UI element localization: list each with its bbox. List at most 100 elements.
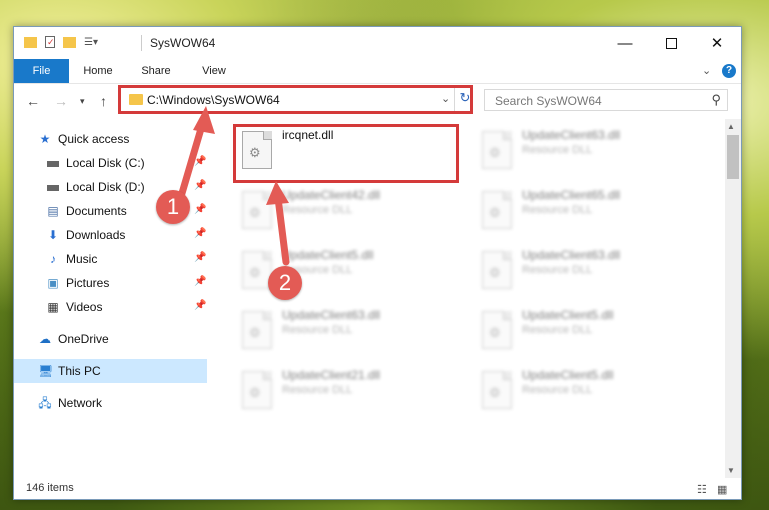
close-button[interactable]: ✕ xyxy=(694,27,740,59)
gear-icon: ⚙ xyxy=(489,205,501,220)
tab-share[interactable]: Share xyxy=(134,59,178,83)
sidebar-item-label: Pictures xyxy=(66,276,110,290)
file-type: Resource DLL xyxy=(522,324,593,336)
vertical-scrollbar[interactable]: ▲ ▼ xyxy=(725,119,741,478)
address-highlight-box xyxy=(118,85,473,114)
sidebar-item-label: Network xyxy=(58,396,103,410)
tab-file[interactable]: File xyxy=(14,59,69,83)
ribbon-tabs: File Home Share View ⌄ ? xyxy=(14,59,741,84)
gear-icon: ⚙ xyxy=(249,385,261,400)
file-type: Resource DLL xyxy=(282,324,353,336)
step-badge-2: 2 xyxy=(268,266,302,300)
gear-icon: ⚙ xyxy=(249,325,261,340)
pin-icon[interactable]: 📌 xyxy=(194,228,206,239)
file-item[interactable]: ⚙ UpdateClient5.dll Resource DLL xyxy=(476,305,702,359)
drive-icon xyxy=(46,180,60,194)
sidebar-item-videos[interactable]: ▦ Videos 📌 xyxy=(14,295,207,319)
tab-home[interactable]: Home xyxy=(76,59,120,83)
properties-icon[interactable]: ✓ xyxy=(45,36,55,48)
file-item[interactable]: ⚙ UpdateClient5.dll Resource DLL xyxy=(476,365,702,419)
gear-icon: ⚙ xyxy=(489,385,501,400)
file-item[interactable]: ⚙ UpdateClient42.dll Resource DLL xyxy=(236,185,462,239)
sidebar-item-label: Local Disk (C:) xyxy=(66,156,145,170)
scrollbar-thumb[interactable] xyxy=(727,135,739,179)
sidebar-item-music[interactable]: ♪ Music 📌 xyxy=(14,247,207,271)
file-name: UpdateClient63.dll xyxy=(522,248,621,262)
navigation-pane: ★ Quick access Local Disk (C:) 📌 Local D… xyxy=(14,119,207,478)
dll-file-icon: ⚙ xyxy=(482,131,512,169)
minimize-button[interactable]: — xyxy=(602,27,648,59)
pin-icon[interactable]: 📌 xyxy=(194,156,206,167)
maximize-button[interactable] xyxy=(648,27,694,59)
customize-toolbar-icon[interactable]: ☰▾ xyxy=(84,37,98,48)
drive-icon xyxy=(46,156,60,170)
downloads-icon: ⬇ xyxy=(47,228,59,242)
file-item[interactable]: ⚙ UpdateClient63.dll Resource DLL xyxy=(236,305,462,359)
pin-icon[interactable]: 📌 xyxy=(194,252,206,263)
file-type: Resource DLL xyxy=(522,264,593,276)
pin-icon[interactable]: 📌 xyxy=(194,204,206,215)
file-item[interactable]: ⚙ UpdateClient63.dll Resource DLL xyxy=(476,125,702,179)
network-icon: 🖧 xyxy=(38,396,52,410)
navigation-bar: ← → ▾ ↑ C:\Windows\SysWOW64 ⌄ ↻ Search S… xyxy=(14,84,741,118)
documents-icon: ▤ xyxy=(47,204,59,218)
help-icon[interactable]: ? xyxy=(722,64,736,78)
folder-icon[interactable] xyxy=(24,36,37,48)
star-icon: ★ xyxy=(39,132,51,146)
details-view-icon[interactable]: ☷ xyxy=(697,483,707,496)
file-item[interactable]: ⚙ UpdateClient65.dll Resource DLL xyxy=(476,185,702,239)
dll-file-icon: ⚙ xyxy=(242,191,272,229)
sidebar-item-quick-access[interactable]: ★ Quick access xyxy=(14,127,207,151)
dll-file-icon: ⚙ xyxy=(242,311,272,349)
sidebar-item-label: Downloads xyxy=(66,228,126,242)
dll-file-icon: ⚙ xyxy=(482,191,512,229)
sidebar-item-network[interactable]: 🖧 Network xyxy=(14,391,207,415)
dll-file-icon: ⚙ xyxy=(242,371,272,409)
file-type: Resource DLL xyxy=(282,384,353,396)
large-icons-view-icon[interactable]: ▦ xyxy=(717,483,727,496)
new-folder-icon[interactable] xyxy=(63,36,76,48)
pin-icon[interactable]: 📌 xyxy=(194,276,206,287)
pin-icon[interactable]: 📌 xyxy=(194,300,206,311)
dll-file-icon: ⚙ xyxy=(482,371,512,409)
sidebar-item-pictures[interactable]: ▣ Pictures 📌 xyxy=(14,271,207,295)
file-item[interactable]: ⚙ UpdateClient63.dll Resource DLL xyxy=(476,245,702,299)
forward-arrow-icon[interactable]: → xyxy=(54,93,68,109)
sidebar-item-this-pc[interactable]: 🖥 This PC xyxy=(14,359,207,383)
gear-icon: ⚙ xyxy=(489,145,501,160)
file-item[interactable]: ⚙ UpdateClient21.dll Resource DLL xyxy=(236,365,462,419)
scroll-down-icon[interactable]: ▼ xyxy=(727,466,735,475)
file-name: UpdateClient21.dll xyxy=(282,368,381,382)
recent-locations-icon[interactable]: ▾ xyxy=(80,96,85,107)
maximize-icon xyxy=(665,37,677,49)
pictures-icon: ▣ xyxy=(47,276,59,290)
gear-icon: ⚙ xyxy=(249,205,261,220)
status-bar: 146 items ☷ ▦ xyxy=(14,478,741,499)
file-highlight-box xyxy=(233,124,459,183)
sidebar-item-downloads[interactable]: ⬇ Downloads 📌 xyxy=(14,223,207,247)
gear-icon: ⚙ xyxy=(489,325,501,340)
file-name: UpdateClient63.dll xyxy=(282,308,381,322)
scroll-up-icon[interactable]: ▲ xyxy=(727,122,735,131)
dll-file-icon: ⚙ xyxy=(482,311,512,349)
file-type: Resource DLL xyxy=(282,204,353,216)
search-icon[interactable]: ⚲ xyxy=(711,92,721,108)
minimize-icon: — xyxy=(617,34,633,52)
back-arrow-icon[interactable]: ← xyxy=(26,93,40,109)
file-name: UpdateClient63.dll xyxy=(522,128,621,142)
pin-icon[interactable]: 📌 xyxy=(194,180,206,191)
tab-view[interactable]: View xyxy=(192,59,236,83)
file-name: UpdateClient5.dll xyxy=(522,368,614,382)
item-count: 146 items xyxy=(26,482,74,494)
search-box[interactable]: Search SysWOW64 ⚲ xyxy=(484,89,728,111)
sidebar-item-label: Quick access xyxy=(58,132,130,146)
file-type: Resource DLL xyxy=(522,384,593,396)
ribbon-expand-icon[interactable]: ⌄ xyxy=(702,64,711,77)
close-icon: ✕ xyxy=(710,35,724,52)
window-title: SysWOW64 xyxy=(150,36,216,50)
up-arrow-icon[interactable]: ↑ xyxy=(100,93,107,109)
file-name: UpdateClient42.dll xyxy=(282,188,381,202)
sidebar-item-local-disk-c[interactable]: Local Disk (C:) 📌 xyxy=(14,151,207,175)
sidebar-item-onedrive[interactable]: ☁ OneDrive xyxy=(14,327,207,351)
step-badge-1: 1 xyxy=(156,190,190,224)
